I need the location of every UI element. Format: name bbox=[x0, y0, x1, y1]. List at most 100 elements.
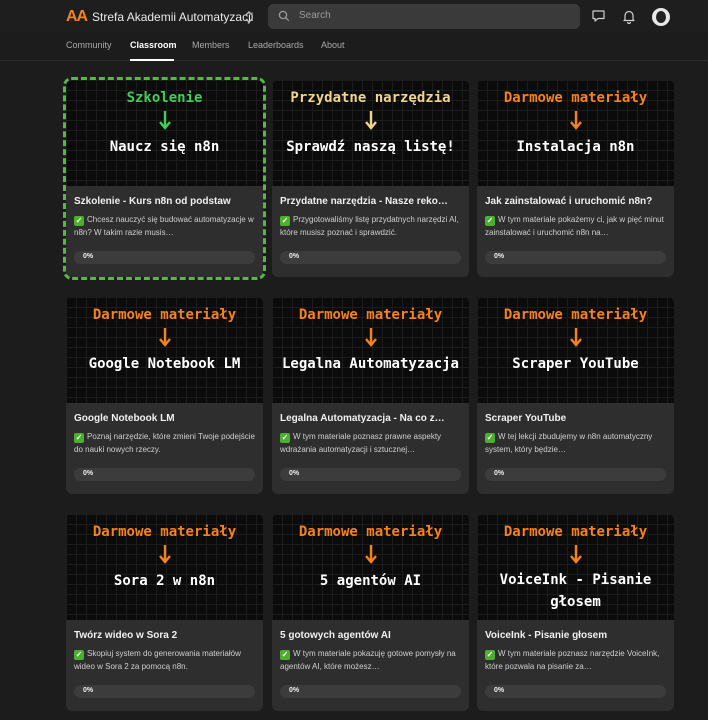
progress-label: 0% bbox=[494, 253, 505, 260]
progress-label: 0% bbox=[494, 470, 505, 477]
course-description: ✓ Skopiuj system do generowania materiałó… bbox=[74, 647, 257, 673]
course-card[interactable]: Darmowe materiały 5 agentów AI 5 gotowyc… bbox=[272, 514, 469, 711]
course-title[interactable]: Jak zainstalować i uruchomić n8n? bbox=[485, 196, 668, 207]
progress-bar: 0% bbox=[74, 685, 255, 698]
progress-bar: 0% bbox=[485, 685, 666, 698]
arrow-down-icon bbox=[159, 328, 171, 347]
check-mark-icon: ✓ bbox=[74, 433, 84, 443]
thumbnail-headline: Naucz się n8n bbox=[109, 139, 220, 155]
thumbnail-headline: Scraper YouTube bbox=[512, 356, 639, 372]
course-thumbnail[interactable]: Darmowe materiały Instalacja n8n bbox=[477, 80, 674, 186]
check-mark-icon: ✓ bbox=[485, 216, 495, 226]
course-description: ✓ Chcesz nauczyć się budować automatyzacj… bbox=[74, 213, 257, 239]
course-card[interactable]: Szkolenie Naucz się n8n Szkolenie - Kurs… bbox=[63, 77, 266, 280]
check-mark-icon: ✓ bbox=[280, 216, 290, 226]
thumbnail-tag: Darmowe materiały bbox=[298, 524, 443, 540]
progress-label: 0% bbox=[83, 687, 94, 694]
course-title[interactable]: Przydatne narzędzia - Nasze reko… bbox=[280, 196, 463, 207]
course-title[interactable]: 5 gotowych agentów AI bbox=[280, 630, 463, 641]
arrow-down-icon bbox=[159, 111, 171, 130]
thumbnail-headline: Sora 2 w n8n bbox=[113, 573, 216, 589]
course-description-text: W tym materiale pokażemy ci, jak w pięć … bbox=[485, 215, 664, 237]
progress-label: 0% bbox=[83, 470, 94, 477]
site-logo[interactable]: AA bbox=[66, 8, 88, 26]
progress-bar: 0% bbox=[485, 251, 666, 264]
site-title[interactable]: Strefa Akademii Automatyzacji bbox=[92, 10, 253, 24]
chat-icon[interactable] bbox=[591, 9, 606, 23]
course-description: ✓ W tym materiale pokazuję gotowe pomysły… bbox=[280, 647, 463, 673]
check-mark-icon: ✓ bbox=[74, 650, 84, 660]
course-description: ✓ W tym materiale poznasz narzędzie Voice… bbox=[485, 647, 668, 673]
thumbnail-headline: Sprawdź naszą listę! bbox=[286, 139, 455, 155]
thumbnail-tag: Darmowe materiały bbox=[503, 307, 648, 323]
progress-bar: 0% bbox=[280, 685, 461, 698]
course-card[interactable]: Darmowe materiały VoiceInk - Pisanie gło… bbox=[477, 514, 674, 711]
course-card[interactable]: Darmowe materiały Instalacja n8n Jak zai… bbox=[477, 80, 674, 277]
course-description: ✓ W tej lekcji zbudujemy w n8n automatycz… bbox=[485, 430, 668, 456]
search-input[interactable]: Search bbox=[299, 10, 331, 21]
course-card[interactable]: Darmowe materiały Scraper YouTube Scrape… bbox=[477, 297, 674, 494]
course-thumbnail[interactable]: Darmowe materiały 5 agentów AI bbox=[272, 514, 469, 620]
chevron-up-down-icon[interactable] bbox=[243, 9, 255, 25]
thumbnail-tag: Przydatne narzędzia bbox=[290, 90, 451, 106]
course-thumbnail[interactable]: Darmowe materiały Google Notebook LM bbox=[66, 297, 263, 403]
progress-bar: 0% bbox=[280, 468, 461, 481]
check-mark-icon: ✓ bbox=[485, 650, 495, 660]
progress-label: 0% bbox=[83, 253, 94, 260]
arrow-down-icon bbox=[365, 545, 377, 564]
course-thumbnail[interactable]: Przydatne narzędzia Sprawdź naszą listę! bbox=[272, 80, 469, 186]
bell-icon[interactable] bbox=[622, 9, 636, 24]
search-bar[interactable]: Search bbox=[268, 4, 580, 29]
progress-label: 0% bbox=[494, 687, 505, 694]
thumbnail-headline: Legalna Automatyzacja bbox=[281, 356, 459, 372]
nav-tabs: Community Classroom Members Leaderboards… bbox=[0, 33, 708, 61]
course-description-text: W tym materiale poznasz prawne aspekty w… bbox=[280, 432, 442, 454]
thumbnail-tag: Darmowe materiały bbox=[92, 307, 237, 323]
course-thumbnail[interactable]: Darmowe materiały VoiceInk - Pisanie gło… bbox=[477, 514, 674, 620]
course-card[interactable]: Darmowe materiały Sora 2 w n8n Twórz wid… bbox=[66, 514, 263, 711]
thumbnail-tag: Szkolenie bbox=[126, 90, 203, 106]
course-title[interactable]: Legalna Automatyzacja - Na co z… bbox=[280, 413, 463, 424]
search-icon bbox=[278, 10, 290, 22]
course-thumbnail[interactable]: Darmowe materiały Sora 2 w n8n bbox=[66, 514, 263, 620]
course-description-text: W tej lekcji zbudujemy w n8n automatyczn… bbox=[485, 432, 653, 454]
course-title[interactable]: Szkolenie - Kurs n8n od podstaw bbox=[74, 196, 257, 207]
course-description-text: W tym materiale pokazuję gotowe pomysły … bbox=[280, 649, 456, 671]
avatar[interactable] bbox=[652, 8, 670, 26]
check-mark-icon: ✓ bbox=[280, 650, 290, 660]
course-description: ✓ Poznaj narzędzie, które zmieni Twoje po… bbox=[74, 430, 257, 456]
arrow-down-icon bbox=[365, 328, 377, 347]
check-mark-icon: ✓ bbox=[485, 433, 495, 443]
progress-label: 0% bbox=[289, 253, 300, 260]
thumbnail-headline: 5 agentów AI bbox=[319, 573, 422, 589]
thumbnail-tag: Darmowe materiały bbox=[298, 307, 443, 323]
course-title[interactable]: Google Notebook LM bbox=[74, 413, 257, 424]
course-description: ✓ Przygotowaliśmy listę przydatnych narzę… bbox=[280, 213, 463, 239]
active-tab-indicator bbox=[130, 59, 174, 61]
tab-leaderboards[interactable]: Leaderboards bbox=[248, 40, 304, 50]
tab-members[interactable]: Members bbox=[192, 40, 230, 50]
thumbnail-headline: Instalacja n8n bbox=[516, 139, 635, 155]
progress-label: 0% bbox=[289, 687, 300, 694]
thumbnail-tag: Darmowe materiały bbox=[92, 524, 237, 540]
course-thumbnail[interactable]: Szkolenie Naucz się n8n bbox=[66, 80, 263, 186]
progress-bar: 0% bbox=[74, 251, 255, 264]
check-mark-icon: ✓ bbox=[280, 433, 290, 443]
tab-about[interactable]: About bbox=[321, 40, 345, 50]
course-description-text: Chcesz nauczyć się budować automatyzacje… bbox=[74, 215, 254, 237]
course-card[interactable]: Przydatne narzędzia Sprawdź naszą listę!… bbox=[272, 80, 469, 277]
thumbnail-tag: Darmowe materiały bbox=[503, 524, 648, 540]
course-title[interactable]: VoiceInk - Pisanie głosem bbox=[485, 630, 668, 641]
course-thumbnail[interactable]: Darmowe materiały Legalna Automatyzacja bbox=[272, 297, 469, 403]
course-description-text: Przygotowaliśmy listę przydatnych narzęd… bbox=[280, 215, 459, 237]
course-card[interactable]: Darmowe materiały Google Notebook LM Goo… bbox=[66, 297, 263, 494]
course-card[interactable]: Darmowe materiały Legalna Automatyzacja … bbox=[272, 297, 469, 494]
thumbnail-tag: Darmowe materiały bbox=[503, 90, 648, 106]
tab-classroom[interactable]: Classroom bbox=[130, 40, 177, 50]
progress-label: 0% bbox=[289, 470, 300, 477]
progress-bar: 0% bbox=[74, 468, 255, 481]
course-title[interactable]: Scraper YouTube bbox=[485, 413, 668, 424]
course-title[interactable]: Twórz wideo w Sora 2 bbox=[74, 630, 257, 641]
tab-community[interactable]: Community bbox=[66, 40, 112, 50]
course-thumbnail[interactable]: Darmowe materiały Scraper YouTube bbox=[477, 297, 674, 403]
